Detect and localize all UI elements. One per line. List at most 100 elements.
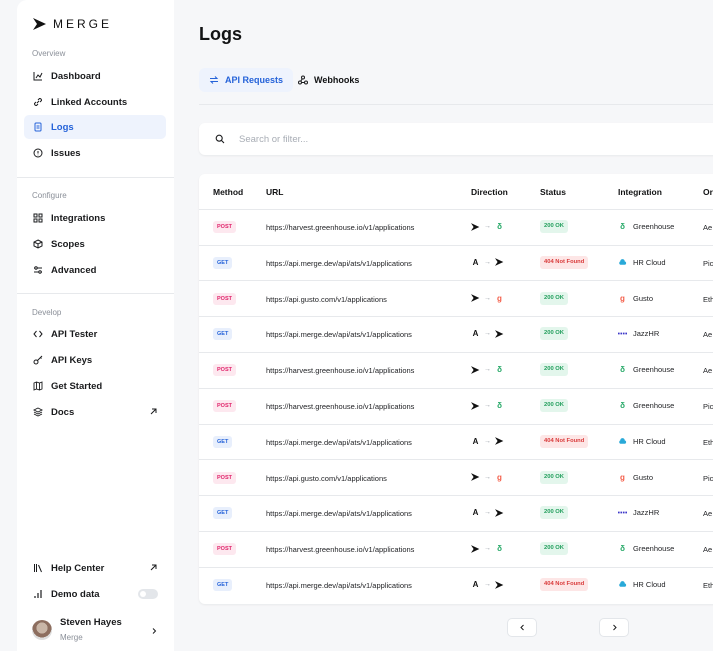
method-badge: GET <box>213 328 233 341</box>
integration-name: Greenhouse <box>633 365 675 375</box>
status-badge: 200 OK <box>540 506 568 520</box>
sidebar-item-advanced[interactable]: Advanced <box>24 258 166 282</box>
user-org: Merge <box>60 633 83 642</box>
sidebar-item-label: Help Center <box>51 562 105 574</box>
search-input[interactable] <box>239 133 639 145</box>
merge-logo-icon <box>495 437 504 446</box>
merge-logo-icon <box>495 508 504 517</box>
user-profile[interactable]: Steven Hayes Merge <box>32 617 122 642</box>
arrow-icon: → <box>484 223 491 230</box>
status-badge: 200 OK <box>540 399 568 412</box>
sidebar-item-api-tester[interactable]: API Tester <box>24 322 166 346</box>
organization: Ae <box>703 223 713 232</box>
gusto-logo-icon: g <box>620 293 625 303</box>
sidebar-item-api-keys[interactable]: API Keys <box>24 348 166 372</box>
table-row[interactable]: GET https://api.merge.dev/api/ats/v1/appl… <box>199 425 713 461</box>
table-row[interactable]: POST https://harvest.greenhouse.io/v1/app… <box>199 353 713 389</box>
table-row[interactable]: GET https://api.merge.dev/api/ats/v1/appl… <box>199 496 713 533</box>
sidebar-item-logs[interactable]: Logs <box>24 115 166 139</box>
integration-name: JazzHR <box>633 329 660 339</box>
table-row[interactable]: POST https://harvest.greenhouse.io/v1/app… <box>199 210 713 246</box>
status-badge: 200 OK <box>540 291 568 305</box>
status-badge: 200 OK <box>540 542 568 556</box>
request-url[interactable]: https://api.merge.dev/api/ats/v1/applica… <box>266 509 412 518</box>
sidebar-item-help-center[interactable]: Help Center <box>24 556 166 580</box>
request-url[interactable]: https://harvest.greenhouse.io/v1/applica… <box>266 223 414 232</box>
table-row[interactable]: GET https://api.merge.dev/api/ats/v1/appl… <box>199 317 713 354</box>
sidebar-item-linked-accounts[interactable]: Linked Accounts <box>24 90 166 114</box>
stack-icon <box>33 407 43 417</box>
request-url[interactable]: https://api.merge.dev/api/ats/v1/applica… <box>266 330 412 339</box>
table-row[interactable]: GET https://api.merge.dev/api/ats/v1/appl… <box>199 568 713 604</box>
integration: δ Greenhouse <box>618 544 674 553</box>
column-header-integration[interactable]: Integration <box>618 187 662 197</box>
table-row[interactable]: POST https://api.gusto.com/v1/application… <box>199 461 713 497</box>
search-bar[interactable] <box>199 123 713 155</box>
request-url[interactable]: https://harvest.greenhouse.io/v1/applica… <box>266 545 414 554</box>
request-url[interactable]: https://harvest.greenhouse.io/v1/applica… <box>266 402 414 411</box>
previous-page-button[interactable] <box>507 618 537 637</box>
table-row[interactable]: POST https://harvest.greenhouse.io/v1/app… <box>199 389 713 425</box>
section-label-configure: Configure <box>32 191 67 200</box>
column-header-organization[interactable]: Or <box>703 187 713 197</box>
sidebar-item-docs[interactable]: Docs <box>24 400 166 424</box>
tab-webhooks[interactable]: Webhooks <box>288 68 369 92</box>
request-url[interactable]: https://api.merge.dev/api/ats/v1/applica… <box>266 438 412 447</box>
merge-logo-icon <box>471 401 480 410</box>
column-header-direction[interactable]: Direction <box>471 187 508 197</box>
column-header-method[interactable]: Method <box>213 187 243 197</box>
greenhouse-logo-icon: δ <box>620 365 625 375</box>
page-title: Logs <box>199 24 242 44</box>
merge-logo-icon <box>495 258 504 267</box>
sidebar-item-get-started[interactable]: Get Started <box>24 374 166 398</box>
sidebar-item-issues[interactable]: Issues <box>24 141 166 165</box>
method-badge: POST <box>213 364 236 377</box>
sliders-icon <box>33 265 43 275</box>
arrow-icon: → <box>484 545 491 553</box>
request-url[interactable]: https://api.gusto.com/v1/applications <box>266 474 387 483</box>
sidebar-item-integrations[interactable]: Integrations <box>24 206 166 230</box>
brand-name: MERGE <box>53 17 113 31</box>
integration-name: HR Cloud <box>633 436 666 446</box>
next-page-button[interactable] <box>599 618 629 637</box>
greenhouse-logo-icon: δ <box>620 222 625 231</box>
organization: Pic <box>703 473 713 483</box>
integration-name: Greenhouse <box>633 222 675 231</box>
sidebar-item-dashboard[interactable]: Dashboard <box>24 64 166 88</box>
chevron-right-icon[interactable] <box>150 627 158 635</box>
request-url[interactable]: https://harvest.greenhouse.io/v1/applica… <box>266 366 414 375</box>
column-header-url[interactable]: URL <box>266 187 283 197</box>
hrcloud-logo-icon <box>618 258 627 267</box>
organization: Ae <box>703 545 713 555</box>
request-url[interactable]: https://api.merge.dev/api/ats/v1/applica… <box>266 259 412 268</box>
table-row[interactable]: POST https://harvest.greenhouse.io/v1/app… <box>199 532 713 568</box>
jazzhr-logo-icon <box>618 508 627 517</box>
sidebar-item-scopes[interactable]: Scopes <box>24 232 166 256</box>
column-header-status[interactable]: Status <box>540 187 566 197</box>
organization: Eth <box>703 581 713 590</box>
direction: → g <box>471 473 504 482</box>
status-badge: 200 OK <box>540 470 568 484</box>
A-logo-icon: A <box>472 436 479 446</box>
greenhouse-logo-icon: δ <box>620 544 625 554</box>
method-badge: GET <box>213 256 233 269</box>
method-badge: GET <box>213 435 233 448</box>
sidebar-item-demo-data[interactable]: Demo data <box>24 582 166 606</box>
A-logo-icon: A <box>472 329 479 339</box>
table-row[interactable]: GET https://api.merge.dev/api/ats/v1/appl… <box>199 246 713 282</box>
request-url[interactable]: https://api.gusto.com/v1/applications <box>266 295 387 304</box>
table-row[interactable]: POST https://api.gusto.com/v1/application… <box>199 282 713 318</box>
hrcloud-logo-icon <box>618 437 627 446</box>
status-badge: 200 OK <box>540 220 568 233</box>
demo-data-toggle[interactable] <box>138 589 158 599</box>
request-url[interactable]: https://api.merge.dev/api/ats/v1/applica… <box>266 581 412 590</box>
arrow-icon: → <box>484 294 491 302</box>
direction: A → <box>471 580 504 589</box>
tab-api-requests[interactable]: API Requests <box>199 68 294 92</box>
arrow-icon: → <box>484 581 491 588</box>
chevron-left-icon <box>519 624 524 631</box>
section-label-develop: Develop <box>32 308 62 317</box>
gusto-logo-icon: g <box>497 293 502 303</box>
search-icon <box>215 134 225 144</box>
brand-logo[interactable]: MERGE <box>33 17 112 31</box>
